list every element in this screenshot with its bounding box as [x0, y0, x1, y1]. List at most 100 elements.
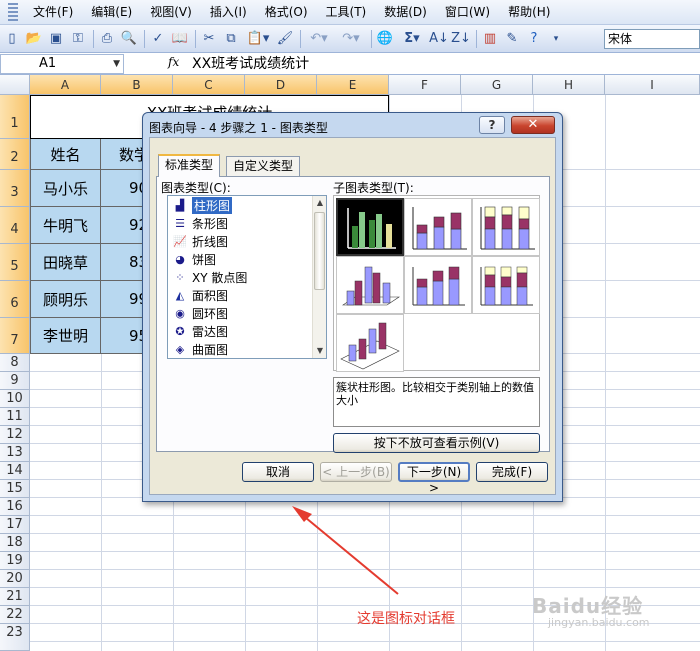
header-name-cell[interactable]: 姓名 [30, 139, 101, 170]
menu-file[interactable]: 文件(F) [24, 0, 82, 25]
row-header-19[interactable]: 19 [0, 552, 30, 570]
preview-sample-button[interactable]: 按下不放可查看示例(V) [333, 433, 540, 453]
menu-help[interactable]: 帮助(H) [499, 0, 559, 25]
name-cell[interactable]: 顾明乐 [30, 281, 101, 318]
menu-data[interactable]: 数据(D) [375, 0, 436, 25]
font-name-select[interactable]: 宋体 [604, 29, 700, 49]
close-icon[interactable]: ✕ [511, 116, 555, 134]
format-painter-icon[interactable]: 🖌 [275, 29, 295, 49]
subtype-3d-clustered-column[interactable] [336, 256, 404, 314]
subtype-percent-stacked-column[interactable] [472, 198, 540, 256]
name-cell[interactable]: 牛明飞 [30, 207, 101, 244]
finish-button[interactable]: 完成(F) [476, 462, 548, 482]
list-item[interactable]: ◈ 曲面图 [168, 340, 326, 358]
column-header-f[interactable]: F [389, 75, 461, 95]
next-button[interactable]: 下一步(N) > [398, 462, 470, 495]
row-header-17[interactable]: 17 [0, 516, 30, 534]
row-header-8[interactable]: 8 [0, 354, 30, 372]
row-header-18[interactable]: 18 [0, 534, 30, 552]
column-header-d[interactable]: D [245, 75, 317, 95]
redo-icon[interactable]: ↷▾ [336, 29, 366, 49]
row-header-23[interactable]: 23 [0, 624, 30, 651]
research-icon[interactable]: 📖 [170, 29, 190, 49]
row-header-11[interactable]: 11 [0, 408, 30, 426]
cut-icon[interactable]: ✂ [199, 29, 219, 49]
list-scrollbar[interactable]: ▲ ▼ [312, 196, 326, 358]
subtype-stacked-column[interactable] [404, 198, 472, 256]
tab-standard-types[interactable]: 标准类型 [158, 154, 221, 177]
help-icon[interactable]: ? [524, 29, 544, 49]
column-header-c[interactable]: C [173, 75, 245, 95]
row-header-22[interactable]: 22 [0, 606, 30, 624]
name-cell[interactable]: 田晓草 [30, 244, 101, 281]
help-icon[interactable]: ? [479, 116, 505, 134]
row-header-6[interactable]: 6 [0, 281, 30, 318]
open-icon[interactable]: 📂 [24, 29, 44, 49]
row-header-12[interactable]: 12 [0, 426, 30, 444]
name-box[interactable]: A1 ▼ [0, 54, 124, 74]
name-cell[interactable]: 马小乐 [30, 170, 101, 207]
column-header-a[interactable]: A [30, 75, 101, 95]
new-icon[interactable]: ▯ [2, 29, 22, 49]
subtype-3d-stacked-column[interactable] [404, 256, 472, 314]
print-preview-icon[interactable]: 🔍 [119, 29, 139, 49]
scroll-thumb[interactable] [314, 212, 325, 290]
row-header-15[interactable]: 15 [0, 480, 30, 498]
list-item[interactable]: ◕ 饼图 [168, 250, 326, 268]
row-header-2[interactable]: 2 [0, 139, 30, 170]
row-header-14[interactable]: 14 [0, 462, 30, 480]
row-header-10[interactable]: 10 [0, 390, 30, 408]
subtype-3d-percent-stacked-column[interactable] [472, 256, 540, 314]
cancel-button[interactable]: 取消 [242, 462, 314, 482]
list-item[interactable]: ✪ 雷达图 [168, 322, 326, 340]
menu-grip[interactable] [8, 3, 18, 21]
menu-tools[interactable]: 工具(T) [317, 0, 376, 25]
chart-type-list[interactable]: ▟ 柱形图 ☰ 条形图 📈 折线图 ◕ 饼图 ⁘ XY 散点图 ◭ 面积图 ◉ 圆环图 ✪ 雷达… [167, 195, 327, 359]
save-icon[interactable]: ▣ [46, 29, 66, 49]
list-item[interactable]: ☰ 条形图 [168, 214, 326, 232]
list-item[interactable]: ◭ 面积图 [168, 286, 326, 304]
copy-icon[interactable]: ⧉ [221, 29, 241, 49]
row-header-1[interactable]: 1 [0, 95, 30, 139]
undo-icon[interactable]: ↶▾ [304, 29, 334, 49]
row-header-3[interactable]: 3 [0, 170, 30, 207]
row-header-16[interactable]: 16 [0, 498, 30, 516]
row-header-4[interactable]: 4 [0, 207, 30, 244]
list-item[interactable]: ⁘ XY 散点图 [168, 268, 326, 286]
tab-custom-types[interactable]: 自定义类型 [226, 156, 301, 176]
row-header-21[interactable]: 21 [0, 588, 30, 606]
menu-insert[interactable]: 插入(I) [201, 0, 256, 25]
subtype-clustered-column[interactable] [336, 198, 404, 256]
sort-descending-icon[interactable]: Z↓ [451, 29, 471, 49]
menu-view[interactable]: 视图(V) [141, 0, 201, 25]
list-item[interactable]: 📈 折线图 [168, 232, 326, 250]
select-all-corner[interactable] [0, 75, 30, 95]
row-header-20[interactable]: 20 [0, 570, 30, 588]
back-button[interactable]: < 上一步(B) [320, 462, 392, 482]
name-cell[interactable]: 李世明 [30, 318, 101, 354]
row-header-13[interactable]: 13 [0, 444, 30, 462]
column-header-e[interactable]: E [317, 75, 389, 95]
permission-icon[interactable]: ⚿ [68, 29, 88, 49]
row-header-5[interactable]: 5 [0, 244, 30, 281]
scroll-up-icon[interactable]: ▲ [313, 196, 326, 210]
column-header-h[interactable]: H [533, 75, 605, 95]
fx-icon[interactable]: fx [168, 55, 179, 69]
scroll-down-icon[interactable]: ▼ [313, 344, 326, 358]
menu-edit[interactable]: 编辑(E) [82, 0, 141, 25]
paste-icon[interactable]: 📋▾ [243, 29, 273, 49]
column-header-i[interactable]: I [605, 75, 700, 95]
list-item[interactable]: ◉ 圆环图 [168, 304, 326, 322]
sort-ascending-icon[interactable]: A↓ [429, 29, 449, 49]
spelling-icon[interactable]: ✓ [148, 29, 168, 49]
drawing-icon[interactable]: ✎ [502, 29, 522, 49]
autosum-icon[interactable]: Σ▾ [397, 29, 427, 49]
column-header-g[interactable]: G [461, 75, 533, 95]
hyperlink-icon[interactable]: 🌐 [375, 29, 395, 49]
chart-wizard-icon[interactable]: ▥ [480, 29, 500, 49]
formula-input[interactable]: XX班考试成绩统计 [192, 54, 309, 74]
row-header-7[interactable]: 7 [0, 318, 30, 354]
subtype-3d-column[interactable] [336, 314, 404, 372]
menu-window[interactable]: 窗口(W) [436, 0, 499, 25]
row-header-9[interactable]: 9 [0, 372, 30, 390]
